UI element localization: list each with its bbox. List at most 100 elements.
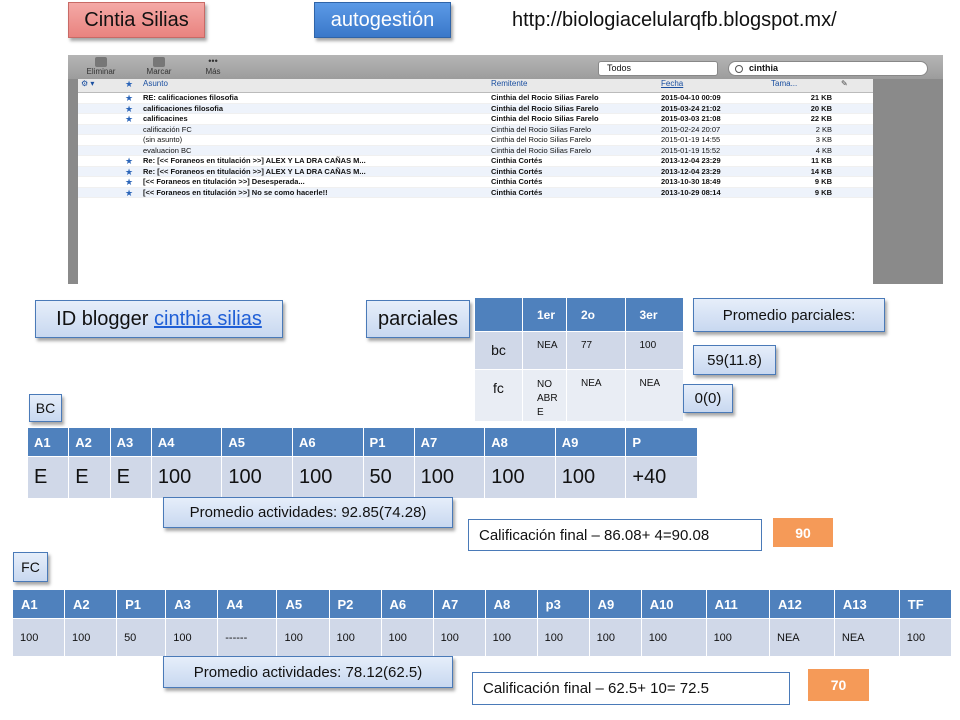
message-subject: (sin asunto)	[143, 135, 183, 144]
fc-promedio-actividades: Promedio actividades: 78.12(62.5)	[163, 656, 453, 688]
table-cell: 100	[291, 456, 364, 499]
table-cell: 100	[554, 456, 627, 499]
table-row[interactable]: ★ [<< Foraneos en titulación >>] Desesper…	[78, 177, 873, 188]
more-icon: •••	[208, 56, 218, 66]
column-subject[interactable]: Asunto	[140, 79, 488, 92]
table-cell: 100	[705, 618, 771, 657]
mail-scrollbar[interactable]	[873, 79, 943, 284]
star-icon[interactable]: ★	[122, 156, 140, 165]
table-cell: 100	[328, 618, 382, 657]
star-icon[interactable]: ★	[122, 177, 140, 186]
star-icon[interactable]: ★	[122, 104, 140, 113]
more-button[interactable]: ••• Más	[198, 56, 228, 77]
table-cell: NEA	[769, 618, 835, 657]
fc-header-a7: A7	[432, 589, 486, 619]
table-row[interactable]: ★ Re: [<< Foraneos en titulación >>] ALEX…	[78, 166, 873, 177]
table-row[interactable]: ★ [<< Foraneos en titulación >>] No se co…	[78, 187, 873, 198]
attachment-slot	[838, 114, 868, 124]
folder-filter-select[interactable]: Todos	[598, 61, 718, 76]
fc-header-p2: P2	[328, 589, 382, 619]
fc-header-p3: p3	[536, 589, 590, 619]
table-cell: bc	[474, 331, 523, 370]
bc-header-p1: P1	[362, 427, 415, 457]
message-size: 9 KB	[814, 177, 832, 186]
bc-activities-table: A1 A2 A3 A4 A5 A6 P1 A7 A8 A9 P E E E 100 100 100 50 100 1…	[26, 427, 698, 499]
message-sender: Cinthia Cortés	[491, 156, 543, 165]
promedio-parciales-label: Promedio parciales:	[693, 298, 885, 332]
star-icon[interactable]: ★	[122, 114, 140, 123]
table-cell: NEA	[522, 331, 567, 370]
table-cell: 100	[11, 618, 66, 657]
blogger-id-label: ID blogger cinthia silias	[35, 300, 283, 338]
bc-header-a1: A1	[26, 427, 70, 457]
message-sender: Cinthia del Rocio Silias Farelo	[491, 124, 592, 134]
mail-search-input[interactable]: cinthia	[728, 61, 928, 76]
parciales-label: parciales	[366, 300, 470, 338]
mark-button[interactable]: Marcar	[144, 57, 174, 76]
message-status	[78, 188, 122, 198]
parciales-header-corner	[474, 297, 523, 332]
table-cell: 50	[116, 618, 167, 657]
table-row[interactable]: ★ RE: calificaciones filosofia Cinthia del…	[78, 93, 873, 104]
star-column[interactable]: ★	[122, 79, 140, 92]
message-sender: Cinthia del Rocio Silias Farelo	[491, 114, 599, 123]
column-size[interactable]: Tama...	[768, 79, 838, 92]
blog-url[interactable]: http://biologiacelularqfb.blogspot.mx/	[512, 9, 837, 32]
message-sender: Cinthia del Rocio Silias Farelo	[491, 103, 599, 113]
message-sender: Cinthia Cortés	[491, 166, 543, 176]
fc-header-a5: A5	[276, 589, 330, 619]
star-icon[interactable]: ★	[122, 188, 140, 197]
star-icon[interactable]: ★	[122, 167, 140, 176]
table-cell: 100	[165, 618, 219, 657]
table-row[interactable]: ★ calificaciones filosofia Cinthia del Roc…	[78, 103, 873, 114]
fc-header-tf: TF	[898, 589, 953, 619]
attachment-slot	[838, 156, 868, 166]
bc-header-a2: A2	[68, 427, 111, 457]
message-date: 2015-03-24 21:02	[661, 103, 721, 113]
column-sender[interactable]: Remitente	[488, 79, 658, 92]
bc-header-a5: A5	[221, 427, 293, 457]
message-date: 2015-02-24 20:07	[661, 124, 721, 134]
table-cell: 100	[640, 618, 707, 657]
star-icon[interactable]: ★	[122, 93, 140, 102]
attachment-slot	[838, 167, 868, 177]
table-row[interactable]: calificación FC Cinthia del Rocio Silias …	[78, 124, 873, 135]
message-status	[78, 104, 122, 114]
student-name-label: Cintia Silias	[68, 2, 205, 38]
fc-calificacion-final: Calificación final – 62.5+ 10= 72.5	[472, 672, 790, 705]
message-sender: Cinthia Cortés	[491, 187, 543, 197]
fc-header-a13: A13	[833, 589, 900, 619]
table-row[interactable]: ★ calificacines Cinthia del Rocio Silias F…	[78, 114, 873, 125]
table-row[interactable]: evaluacion BC Cinthia del Rocio Silias Fa…	[78, 145, 873, 156]
table-cell: NO ABR E	[522, 369, 567, 422]
table-row[interactable]: ★ Re: [<< Foraneos en titulación >>] ALEX…	[78, 156, 873, 167]
delete-button[interactable]: Eliminar	[86, 57, 116, 76]
fc-header-a1: A1	[11, 589, 66, 619]
options-column[interactable]: ⚙ ▾	[78, 79, 122, 92]
message-subject: evaluacion BC	[143, 145, 192, 155]
flag-icon	[153, 57, 165, 67]
table-cell: 100	[536, 618, 590, 657]
message-rows: ★ RE: calificaciones filosofia Cinthia del…	[78, 93, 873, 198]
email-toolbar: Eliminar Marcar ••• Más Todos cinthia	[68, 55, 943, 79]
blogger-link[interactable]: cinthia silias	[154, 308, 262, 331]
star-icon[interactable]	[122, 125, 140, 135]
star-icon[interactable]	[122, 146, 140, 156]
message-sender: Cinthia del Rocio Silias Farelo	[491, 93, 599, 102]
table-cell: E	[109, 456, 152, 499]
fc-header-a4: A4	[217, 589, 278, 619]
table-row[interactable]: (sin asunto) Cinthia del Rocio Silias Far…	[78, 135, 873, 146]
bc-promedio-actividades: Promedio actividades: 92.85(74.28)	[163, 497, 453, 528]
message-size: 4 KB	[815, 145, 832, 155]
message-size: 2 KB	[815, 124, 832, 134]
table-cell: 100	[380, 618, 434, 657]
fc-header-a6: A6	[380, 589, 434, 619]
star-icon[interactable]	[122, 135, 140, 145]
fc-header-a10: A10	[640, 589, 707, 619]
table-cell: 50	[362, 456, 415, 499]
column-date[interactable]: Fecha	[658, 79, 768, 92]
fc-values-row: 100 100 50 100 ------ 100 100 100 100 100 100 100 10…	[11, 618, 953, 657]
bc-grade-badge: 90	[773, 518, 833, 547]
bc-header-row: A1 A2 A3 A4 A5 A6 P1 A7 A8 A9 P	[26, 427, 698, 457]
table-cell: 100	[276, 618, 330, 657]
